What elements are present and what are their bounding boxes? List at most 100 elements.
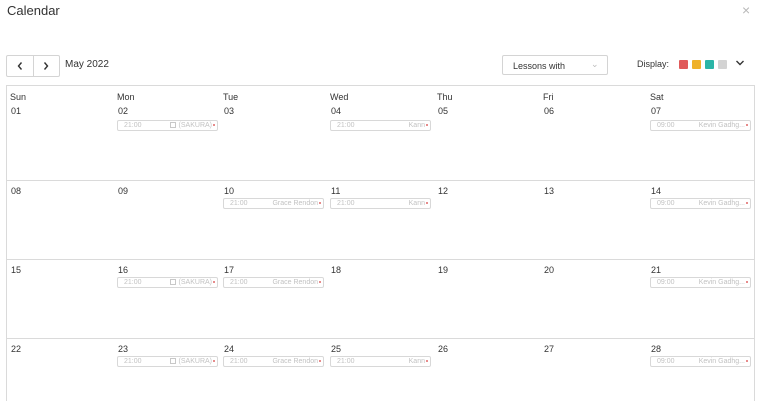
status-dot-icon — [746, 281, 748, 283]
status-dot-icon — [746, 124, 748, 126]
lesson-teacher-name: (SAKURA) — [178, 358, 212, 365]
day-number[interactable]: 07 — [651, 106, 661, 116]
day-number[interactable]: 21 — [651, 265, 661, 275]
day-number[interactable]: 15 — [11, 265, 21, 275]
lesson-slot[interactable]: 09:00 Kevin Gadhg... — [650, 198, 751, 209]
lesson-teacher-name: Grace Rendon — [272, 358, 318, 365]
display-swatch-4[interactable] — [718, 60, 727, 69]
weekday-header: Sun — [10, 92, 27, 102]
weekday-header: Wed — [330, 92, 349, 102]
lesson-slot[interactable]: 21:00 Grace Rendon — [223, 356, 324, 367]
lesson-time: 21:00 — [337, 122, 355, 129]
day-number[interactable]: 12 — [438, 186, 448, 196]
lesson-teacher: Kevin Gadhg... — [699, 122, 745, 129]
weekday-header: Thu — [437, 92, 453, 102]
lesson-slot[interactable]: 21:00 Kann — [330, 120, 431, 131]
day-number[interactable]: 24 — [224, 344, 234, 354]
lesson-slot[interactable]: 21:00 (SAKURA) — [117, 277, 218, 288]
display-swatch-3[interactable] — [705, 60, 714, 69]
day-number[interactable]: 03 — [224, 106, 234, 116]
day-number[interactable]: 19 — [438, 265, 448, 275]
lesson-slot[interactable]: 21:00 Grace Rendon — [223, 198, 324, 209]
status-dot-icon — [426, 124, 428, 126]
day-number[interactable]: 22 — [11, 344, 21, 354]
weekday-header: Tue — [223, 92, 239, 102]
lesson-teacher: Kann — [409, 358, 425, 365]
lesson-teacher-name: Grace Rendon — [272, 200, 318, 207]
display-chevron-down-icon[interactable] — [735, 58, 745, 68]
display-label: Display: — [637, 59, 670, 69]
weekday-header: Mon — [117, 92, 135, 102]
status-dot-icon — [319, 281, 321, 283]
day-number[interactable]: 04 — [331, 106, 341, 116]
lesson-slot[interactable]: 21:00 (SAKURA) — [117, 356, 218, 367]
close-icon[interactable]: × — [742, 2, 750, 18]
day-number[interactable]: 18 — [331, 265, 341, 275]
lesson-slot[interactable]: 21:00 Grace Rendon — [223, 277, 324, 288]
day-number[interactable]: 26 — [438, 344, 448, 354]
lesson-teacher: (SAKURA) — [169, 279, 212, 286]
status-dot-icon — [213, 281, 215, 283]
book-icon — [169, 279, 176, 285]
lesson-teacher-name: (SAKURA) — [178, 122, 212, 129]
dialog-title: Calendar — [7, 3, 60, 18]
day-number[interactable]: 05 — [438, 106, 448, 116]
week-divider — [7, 180, 754, 181]
day-number[interactable]: 11 — [331, 186, 340, 196]
lesson-time: 09:00 — [657, 122, 675, 129]
lesson-slot[interactable]: 21:00 Kann — [330, 198, 431, 209]
lesson-teacher: Kann — [409, 122, 425, 129]
day-number[interactable]: 01 — [11, 106, 21, 116]
day-number[interactable]: 20 — [544, 265, 554, 275]
lesson-time: 21:00 — [230, 279, 248, 286]
display-swatch-1[interactable] — [679, 60, 688, 69]
lesson-time: 09:00 — [657, 358, 675, 365]
calendar-grid: Sun Mon Tue Wed Thu Fri Sat 01 02 03 04 05 06 07 21:00… — [6, 85, 755, 401]
lesson-teacher-name: Kevin Gadhg... — [698, 200, 745, 207]
lesson-slot[interactable]: 21:00 (SAKURA) — [117, 120, 218, 131]
day-number[interactable]: 02 — [118, 106, 128, 116]
display-swatch-2[interactable] — [692, 60, 701, 69]
lesson-teacher: Grace Rendon — [272, 279, 318, 286]
lessons-with-select[interactable]: Lessons with ⌄ — [502, 55, 608, 75]
day-number[interactable]: 08 — [11, 186, 21, 196]
day-number[interactable]: 10 — [224, 186, 234, 196]
lesson-teacher: Kann — [409, 200, 425, 207]
status-dot-icon — [746, 202, 748, 204]
lesson-teacher: Kevin Gadhg... — [699, 200, 745, 207]
lesson-time: 21:00 — [337, 358, 355, 365]
lesson-slot[interactable]: 21:00 Kann — [330, 356, 431, 367]
chevron-left-icon — [17, 62, 22, 70]
lesson-slot[interactable]: 09:00 Kevin Gadhg... — [650, 120, 751, 131]
lesson-teacher: (SAKURA) — [169, 358, 212, 365]
status-dot-icon — [426, 360, 428, 362]
lesson-time: 09:00 — [657, 200, 675, 207]
day-number[interactable]: 28 — [651, 344, 661, 354]
lesson-time: 21:00 — [230, 358, 248, 365]
book-icon — [169, 122, 176, 128]
lesson-teacher-name: Kevin Gadhg... — [698, 279, 745, 286]
lesson-slot[interactable]: 09:00 Kevin Gadhg... — [650, 356, 751, 367]
prev-month-button[interactable] — [7, 56, 33, 76]
status-dot-icon — [213, 360, 215, 362]
lesson-slot[interactable]: 09:00 Kevin Gadhg... — [650, 277, 751, 288]
day-number[interactable]: 23 — [118, 344, 128, 354]
day-number[interactable]: 06 — [544, 106, 554, 116]
day-number[interactable]: 13 — [544, 186, 554, 196]
day-number[interactable]: 17 — [224, 265, 234, 275]
next-month-button[interactable] — [32, 56, 60, 76]
day-number[interactable]: 09 — [118, 186, 128, 196]
month-label: May 2022 — [65, 59, 109, 70]
week-divider — [7, 259, 754, 260]
day-number[interactable]: 14 — [651, 186, 661, 196]
day-number[interactable]: 25 — [331, 344, 341, 354]
day-number[interactable]: 27 — [544, 344, 554, 354]
month-nav — [6, 55, 60, 77]
lesson-teacher: Grace Rendon — [272, 200, 318, 207]
lesson-time: 21:00 — [230, 200, 248, 207]
lesson-time: 21:00 — [337, 200, 355, 207]
status-dot-icon — [426, 202, 428, 204]
chevron-down-icon: ⌄ — [591, 59, 599, 69]
lesson-time: 21:00 — [124, 358, 142, 365]
day-number[interactable]: 16 — [118, 265, 128, 275]
